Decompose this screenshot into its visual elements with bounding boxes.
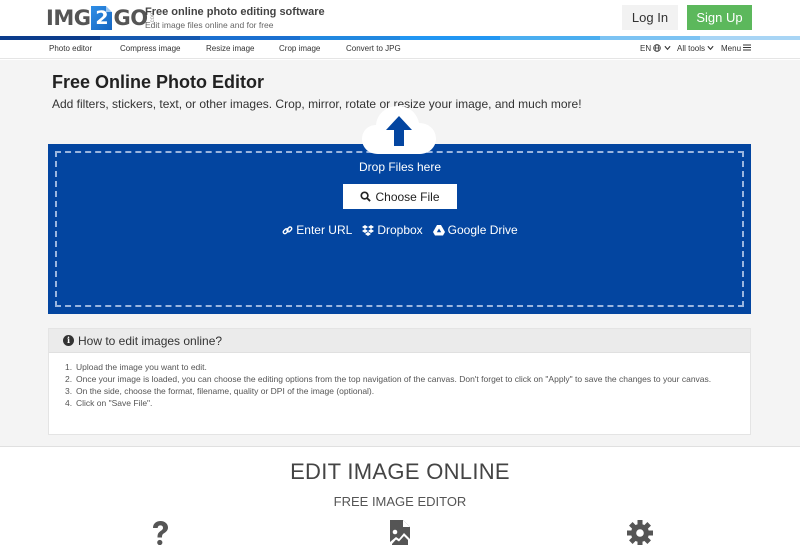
gear-icon	[627, 520, 653, 545]
question-icon	[153, 521, 168, 545]
search-icon	[360, 191, 372, 202]
howto-step: 3. On the side, choose the format, filena…	[65, 386, 375, 396]
tagline-title: Free online photo editing software	[145, 6, 325, 18]
howto-step: 1. Upload the image you want to edit.	[65, 362, 207, 372]
howto-card: i How to edit images online? 1. Upload th…	[48, 328, 751, 435]
menu-label: Menu	[721, 44, 742, 53]
page-title: Free Online Photo Editor	[52, 72, 265, 92]
chevron-down-icon	[707, 45, 714, 51]
tagline-subtitle: Edit image files online and for free	[145, 20, 274, 30]
choose-file-label: Choose File	[375, 189, 440, 204]
google-drive-icon	[432, 224, 445, 235]
google-drive-link[interactable]: Google Drive	[432, 223, 518, 237]
section-subtitle: FREE IMAGE EDITOR	[333, 494, 467, 509]
upload-sources: Enter URL Dropbox Google Drive	[0, 223, 800, 237]
enter-url-link[interactable]: Enter URL	[282, 223, 352, 237]
signup-button[interactable]: Sign Up	[687, 5, 752, 30]
drop-files-text: Drop Files here	[358, 160, 442, 174]
dropbox-icon	[362, 224, 375, 236]
nav-crop-image[interactable]: Crop image	[279, 44, 320, 53]
section-title: EDIT IMAGE ONLINE	[290, 459, 510, 484]
page-subtitle: Add filters, stickers, text, or other im…	[52, 97, 582, 111]
logo-text-img: IMG	[46, 6, 91, 30]
logo-text-go: GO	[113, 6, 148, 30]
howto-steps: 1. Upload the image you want to edit. 2. O…	[49, 353, 750, 409]
hamburger-icon	[743, 44, 752, 51]
howto-step: 4. Click on "Save File".	[65, 398, 153, 408]
howto-header: i How to edit images online?	[49, 329, 750, 353]
tagline: Free online photo editing software Edit …	[145, 6, 325, 31]
top-navigation: Photo editor Compress image Resize image…	[0, 40, 800, 59]
cloud-upload-icon	[362, 106, 436, 154]
nav-resize-image[interactable]: Resize image	[206, 44, 254, 53]
all-tools-dropdown[interactable]: All tools	[677, 44, 714, 53]
howto-title: How to edit images online?	[78, 333, 223, 348]
nav-compress-image[interactable]: Compress image	[120, 44, 180, 53]
language-selector[interactable]: EN	[640, 44, 671, 53]
login-button[interactable]: Log In	[622, 5, 678, 30]
chevron-down-icon	[664, 45, 671, 51]
nav-convert-to-jpg[interactable]: Convert to JPG	[346, 44, 401, 53]
nav-photo-editor[interactable]: Photo editor	[49, 44, 92, 53]
site-logo[interactable]: IMG 2 GO .com	[46, 5, 156, 31]
menu-button[interactable]: Menu	[721, 44, 752, 53]
all-tools-label: All tools	[677, 44, 706, 53]
logo-number: 2	[91, 6, 113, 30]
choose-file-button[interactable]: Choose File	[343, 184, 457, 209]
info-icon: i	[63, 335, 74, 346]
globe-icon	[653, 44, 662, 52]
image-file-icon	[390, 520, 410, 545]
dropbox-link[interactable]: Dropbox	[362, 223, 423, 237]
site-header: IMG 2 GO .com Free online photo editing …	[0, 0, 800, 36]
link-icon	[282, 225, 293, 234]
language-label: EN	[640, 44, 652, 53]
howto-step: 2. Once your image is loaded, you can cho…	[65, 374, 712, 384]
